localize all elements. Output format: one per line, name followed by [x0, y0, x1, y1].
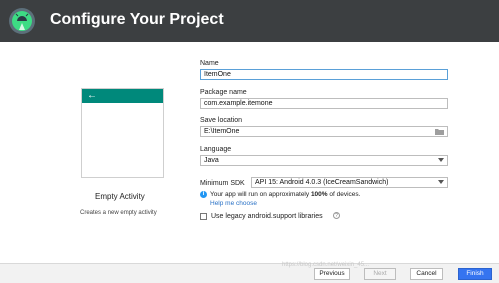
minsdk-label: Minimum SDK — [200, 180, 245, 187]
next-button[interactable]: Next — [364, 268, 396, 280]
save-location-label: Save location — [200, 117, 243, 124]
help-me-choose-link[interactable]: Help me choose — [210, 200, 257, 207]
language-select[interactable]: Java — [200, 155, 448, 166]
language-value: Java — [204, 157, 219, 164]
name-label: Name — [200, 60, 219, 67]
template-name: Empty Activity — [95, 192, 145, 201]
info-icon: i — [200, 191, 207, 198]
info-percentage: 100% — [310, 191, 328, 198]
package-name-field[interactable]: com.example.itemone — [200, 98, 448, 109]
chevron-down-icon — [438, 158, 444, 162]
save-location-value: E:\ItemOne — [204, 128, 240, 135]
cancel-button[interactable]: Cancel — [410, 268, 443, 280]
name-field[interactable]: ItemOne — [200, 69, 448, 80]
template-preview-card: ← — [81, 88, 164, 178]
finish-button[interactable]: Finish — [458, 268, 492, 280]
info-pre: Your app will run on approximately — [210, 191, 311, 198]
minsdk-value: API 15: Android 4.0.3 (IceCreamSandwich) — [255, 179, 389, 186]
legacy-support-label: Use legacy android.support libraries — [211, 213, 323, 220]
page-title: Configure Your Project — [50, 11, 224, 28]
help-question-icon[interactable]: ? — [333, 212, 340, 219]
device-coverage-text: Your app will run on approximately 100% … — [210, 191, 360, 198]
template-description: Creates a new empty activity — [80, 210, 157, 216]
info-post: of devices. — [327, 191, 361, 198]
save-location-field[interactable]: E:\ItemOne — [200, 126, 448, 137]
template-app-bar: ← — [82, 89, 163, 103]
android-studio-logo-icon — [8, 7, 36, 35]
back-arrow-icon: ← — [87, 90, 97, 101]
language-label: Language — [200, 146, 232, 153]
folder-icon[interactable] — [435, 128, 444, 135]
minsdk-select[interactable]: API 15: Android 4.0.3 (IceCreamSandwich) — [251, 177, 448, 188]
previous-button[interactable]: Previous — [314, 268, 350, 280]
header-bar: Configure Your Project — [0, 0, 499, 42]
chevron-down-icon — [438, 180, 444, 184]
package-label: Package name — [200, 89, 247, 96]
legacy-support-checkbox[interactable] — [200, 213, 207, 220]
